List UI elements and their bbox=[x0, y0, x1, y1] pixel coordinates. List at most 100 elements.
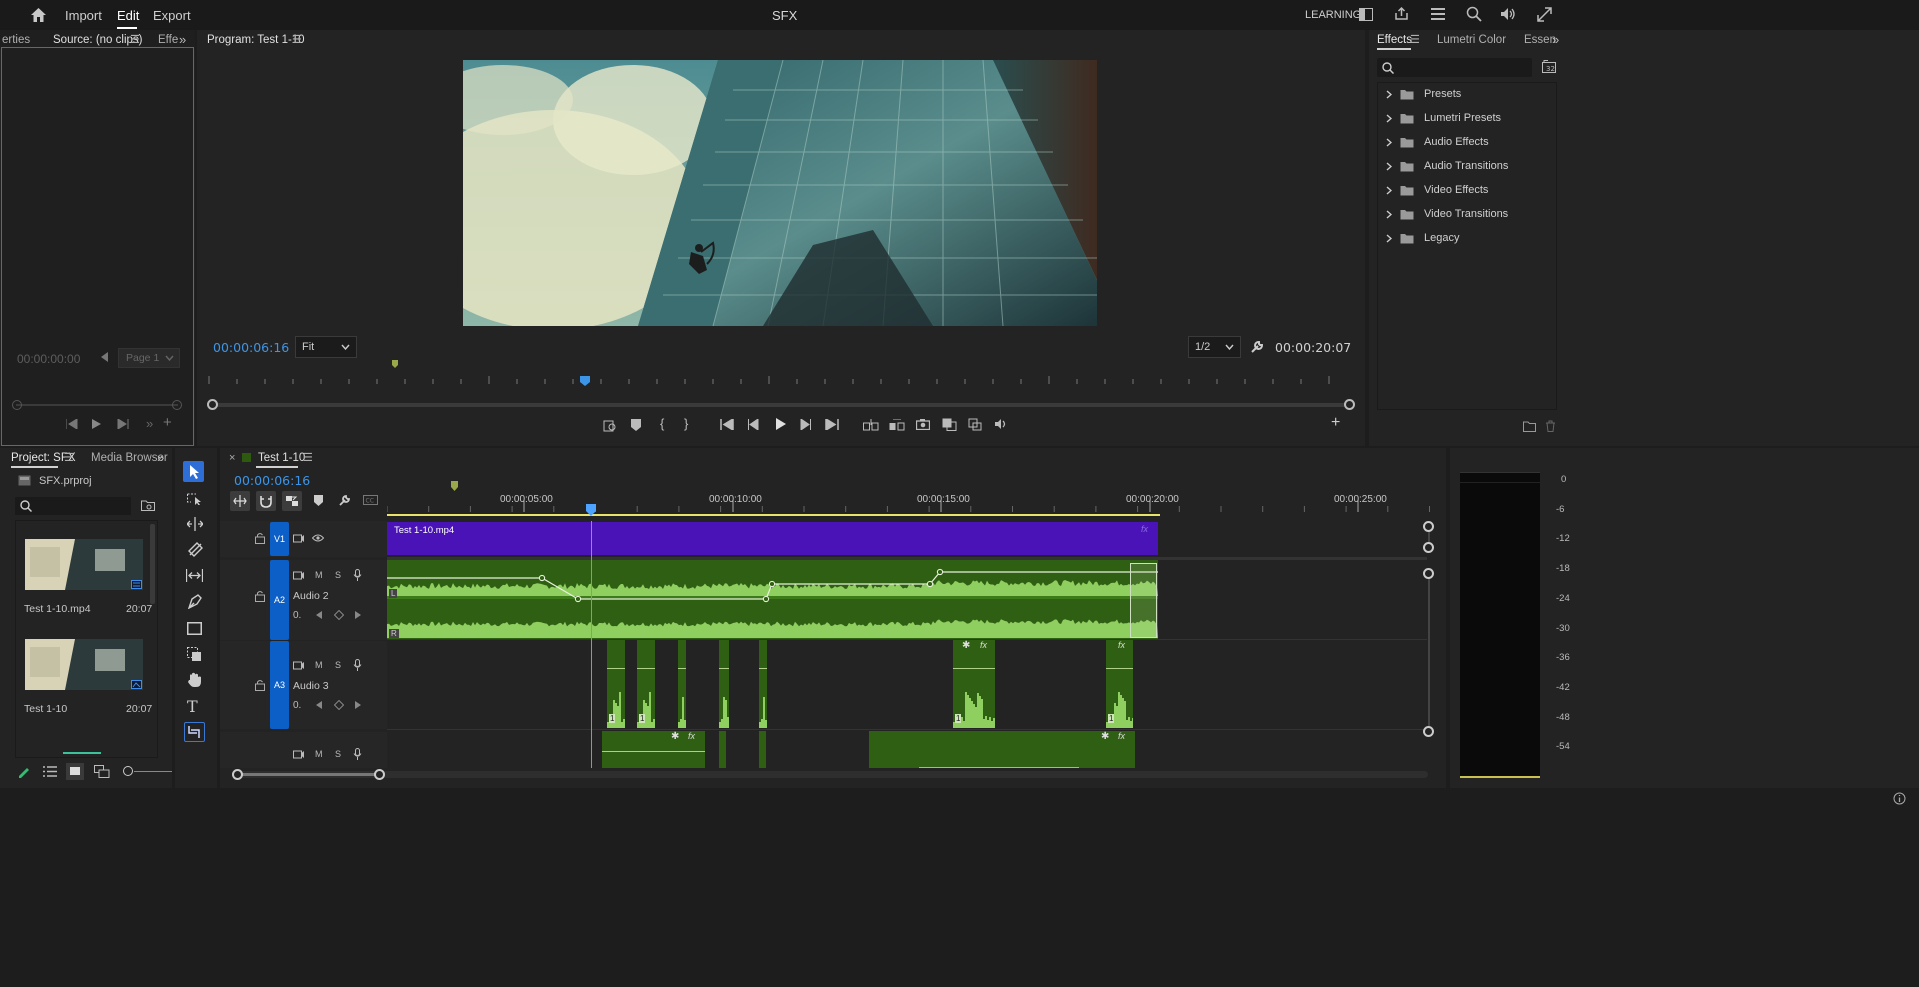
next-keyframe-icon[interactable] bbox=[355, 611, 361, 619]
audio-clip-a3[interactable]: 1 bbox=[607, 640, 625, 728]
chevron-right-icon[interactable] bbox=[1386, 162, 1392, 171]
wrench-icon[interactable] bbox=[1250, 340, 1264, 354]
home-icon[interactable] bbox=[30, 7, 47, 23]
scrub-handle-right[interactable] bbox=[172, 400, 182, 410]
workspace-label[interactable]: LEARNING bbox=[1305, 9, 1361, 21]
step-forward-icon[interactable] bbox=[800, 419, 811, 430]
sync-lock-icon[interactable] bbox=[293, 570, 304, 580]
effects-search-input[interactable] bbox=[1377, 58, 1532, 77]
menu-edit[interactable]: Edit bbox=[117, 8, 139, 23]
close-tab-icon[interactable]: × bbox=[229, 452, 235, 464]
volume-icon[interactable] bbox=[1500, 7, 1516, 21]
freeform-view-icon[interactable] bbox=[94, 765, 110, 778]
lock-icon[interactable] bbox=[255, 679, 265, 691]
find-bin-icon[interactable] bbox=[141, 500, 155, 511]
program-video-frame[interactable] bbox=[463, 60, 1097, 326]
play-icon[interactable] bbox=[92, 419, 101, 429]
audio-clip-a2[interactable]: L R bbox=[387, 560, 1158, 639]
camera-icon[interactable] bbox=[916, 419, 930, 430]
volume-knob-icon[interactable]: 0. bbox=[293, 700, 301, 711]
new-bin-icon[interactable]: 32 bbox=[1542, 60, 1556, 73]
chevron-right-icon[interactable] bbox=[1386, 138, 1392, 147]
settings-wrench-icon[interactable] bbox=[338, 494, 351, 507]
work-area-bar[interactable] bbox=[387, 514, 1160, 516]
crop-select-tool-icon[interactable] bbox=[187, 647, 202, 662]
audio-clip-a4-3[interactable] bbox=[759, 731, 766, 768]
workspace-icon[interactable] bbox=[1359, 8, 1373, 21]
menu-icon[interactable]: ☰ bbox=[303, 451, 313, 464]
trash-icon[interactable] bbox=[1545, 420, 1556, 432]
crossfade-transition[interactable] bbox=[1130, 563, 1157, 638]
mute-button[interactable]: M bbox=[315, 570, 323, 580]
search-help-icon[interactable] bbox=[1466, 6, 1482, 22]
menu-icon[interactable]: ☰ bbox=[130, 33, 140, 46]
vertical-zoom-a[interactable] bbox=[1423, 568, 1435, 738]
microphone-icon[interactable] bbox=[353, 659, 362, 671]
sync-lock-icon[interactable] bbox=[293, 660, 304, 670]
quick-export-icon[interactable] bbox=[1431, 8, 1445, 20]
icon-view-icon[interactable] bbox=[66, 763, 84, 780]
tab-sequence[interactable]: Test 1-10 bbox=[258, 452, 305, 464]
mute-button[interactable]: M bbox=[315, 660, 323, 670]
linked-selection-icon[interactable] bbox=[282, 491, 302, 511]
track-select-tool-icon[interactable] bbox=[187, 491, 203, 505]
hand-tool-icon[interactable] bbox=[187, 672, 202, 688]
track-target-a3[interactable]: A3 bbox=[270, 641, 289, 729]
source-timecode[interactable]: 00:00:00:00 bbox=[17, 352, 80, 366]
add-button-icon[interactable]: + bbox=[163, 414, 172, 431]
ripple-edit-tool-icon[interactable] bbox=[187, 517, 203, 531]
track-target-v1[interactable]: V1 bbox=[270, 522, 289, 556]
zoom-slider-track[interactable] bbox=[134, 771, 172, 772]
effects-tree-item[interactable]: Video Transitions bbox=[1378, 205, 1556, 225]
fit-select[interactable]: Fit bbox=[295, 336, 357, 358]
prev-page-icon[interactable] bbox=[101, 352, 108, 362]
chevron-right-icon[interactable] bbox=[1386, 90, 1392, 99]
solo-button[interactable]: S bbox=[335, 570, 341, 580]
tab-effects[interactable]: Effects bbox=[1377, 34, 1412, 46]
pencil-icon[interactable] bbox=[17, 765, 30, 778]
auto-reframe-tool-icon[interactable] bbox=[184, 722, 205, 742]
zoom-slider-handle[interactable] bbox=[123, 766, 133, 776]
page-select[interactable]: Page 1 bbox=[118, 348, 180, 368]
go-to-in-icon[interactable] bbox=[720, 419, 734, 430]
scroll-handle-right[interactable] bbox=[1344, 399, 1355, 410]
proxy-toggle-icon[interactable] bbox=[968, 418, 982, 431]
play-icon[interactable] bbox=[776, 418, 786, 430]
program-ruler[interactable] bbox=[207, 356, 1353, 390]
project-item-1[interactable]: Test 1-10.mp4 20:07 bbox=[23, 539, 158, 619]
audio-clip-a3[interactable] bbox=[719, 640, 729, 728]
effects-tree-item[interactable]: Audio Transitions bbox=[1378, 157, 1556, 177]
audio-clip-a3[interactable] bbox=[759, 640, 767, 728]
scroll-handle-left[interactable] bbox=[207, 399, 218, 410]
captions-icon[interactable]: CC bbox=[363, 495, 378, 505]
mute-button[interactable]: M bbox=[315, 749, 323, 759]
source-scrub-bar[interactable] bbox=[12, 400, 182, 410]
timeline-horizontal-scroll[interactable] bbox=[232, 768, 1428, 782]
project-scrollbar[interactable] bbox=[150, 524, 155, 604]
new-folder-icon[interactable] bbox=[1523, 421, 1536, 432]
menu-import[interactable]: Import bbox=[65, 8, 102, 23]
compare-view-icon[interactable] bbox=[942, 418, 957, 431]
timeline-timecode[interactable]: 00:00:06:16 bbox=[234, 473, 310, 488]
chevron-double-right-icon[interactable]: » bbox=[179, 32, 186, 47]
step-back-icon[interactable] bbox=[748, 419, 759, 430]
project-item-2[interactable]: Test 1-10 20:07 bbox=[23, 639, 158, 719]
share-icon[interactable] bbox=[1394, 6, 1409, 21]
step-forward-icon[interactable] bbox=[117, 419, 129, 429]
add-button-icon[interactable]: + bbox=[1331, 414, 1340, 432]
audio-clip-a3[interactable]: 1 bbox=[637, 640, 655, 728]
tab-effect-controls[interactable]: Effe bbox=[158, 34, 178, 46]
menu-icon[interactable]: ☰ bbox=[292, 33, 302, 46]
add-marker-icon[interactable] bbox=[631, 419, 641, 431]
scroll-handle-left[interactable] bbox=[232, 769, 243, 780]
prev-keyframe-icon[interactable] bbox=[316, 701, 322, 709]
project-search-input[interactable] bbox=[15, 497, 131, 515]
marker-search-icon[interactable] bbox=[603, 418, 617, 432]
chevron-right-icon[interactable] bbox=[1386, 114, 1392, 123]
scrub-handle-left[interactable] bbox=[12, 400, 22, 410]
audio-clip-a4-1[interactable]: ✱ fx bbox=[602, 731, 705, 768]
tab-lumetri-color[interactable]: Lumetri Color bbox=[1437, 34, 1506, 46]
track-name[interactable]: Audio 2 bbox=[293, 590, 329, 602]
tab-properties[interactable]: erties bbox=[2, 34, 30, 46]
sync-lock-icon[interactable] bbox=[293, 533, 304, 543]
